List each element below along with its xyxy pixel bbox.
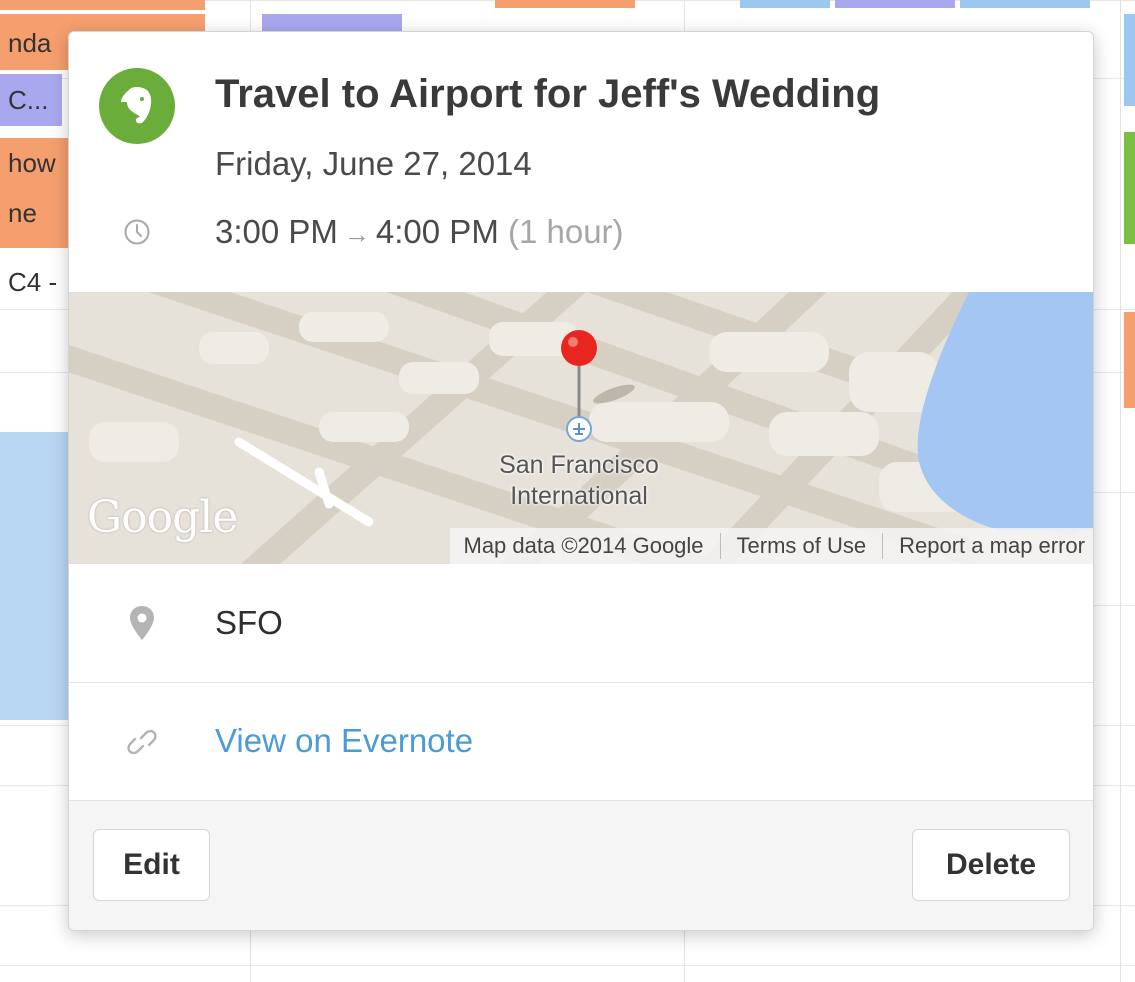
evernote-badge <box>99 68 175 144</box>
calendar-event[interactable] <box>0 0 205 10</box>
calendar-event[interactable] <box>1124 132 1135 244</box>
evernote-link-row[interactable]: View on Evernote <box>69 682 1093 801</box>
map-place-label-line: International <box>510 482 648 510</box>
location-map[interactable]: Google San Francisco International Map d… <box>69 292 1093 564</box>
calendar-event[interactable] <box>740 0 830 8</box>
report-map-error-link[interactable]: Report a map error <box>899 533 1085 559</box>
edit-button[interactable]: Edit <box>93 829 210 901</box>
arrow-right-icon: → <box>343 219 370 249</box>
divider <box>719 533 721 559</box>
grid-line <box>1120 0 1121 982</box>
map-pin-icon <box>561 330 597 366</box>
link-icon <box>127 729 157 755</box>
calendar-event[interactable] <box>495 0 635 8</box>
evernote-elephant-icon <box>121 86 152 124</box>
map-place-label-line: San Francisco <box>499 451 659 479</box>
map-data-credit: Map data ©2014 Google <box>463 533 704 558</box>
grid-line <box>0 965 1135 966</box>
start-time: 3:00 PM <box>215 213 338 250</box>
calendar-event[interactable] <box>1124 312 1135 408</box>
calendar-event-label: C... <box>8 85 49 115</box>
event-duration: (1 hour) <box>507 213 624 250</box>
calendar-event[interactable] <box>835 0 955 8</box>
popover-footer: Edit Delete <box>69 801 1093 930</box>
terms-of-use-link[interactable]: Terms of Use <box>737 533 867 559</box>
divider <box>882 533 884 559</box>
clock-icon <box>124 219 150 245</box>
map-attribution: Map data ©2014 Google Terms of Use Repor… <box>449 528 1093 564</box>
event-location: SFO <box>215 604 283 641</box>
calendar-event[interactable]: C... <box>0 74 62 126</box>
delete-button[interactable]: Delete <box>912 829 1070 901</box>
event-popover: Travel to Airport for Jeff's Wedding Fri… <box>68 31 1094 931</box>
event-title: Travel to Airport for Jeff's Wedding <box>215 72 881 116</box>
location-pin-icon <box>130 606 154 640</box>
calendar-event-label: nda <box>8 28 52 58</box>
calendar-event-label: C4 - <box>8 267 58 297</box>
calendar-event[interactable] <box>960 0 1090 8</box>
event-date: Friday, June 27, 2014 <box>215 145 532 182</box>
view-on-evernote-link[interactable]: View on Evernote <box>215 722 473 760</box>
calendar-event[interactable] <box>1124 14 1135 106</box>
event-time-range: 3:00 PM → 4:00 PM (1 hour) <box>215 213 624 251</box>
location-row: SFO <box>69 564 1093 683</box>
map-place-label: San Francisco International <box>469 450 689 512</box>
end-time: 4:00 PM <box>375 213 499 250</box>
google-logo: Google <box>87 492 238 543</box>
